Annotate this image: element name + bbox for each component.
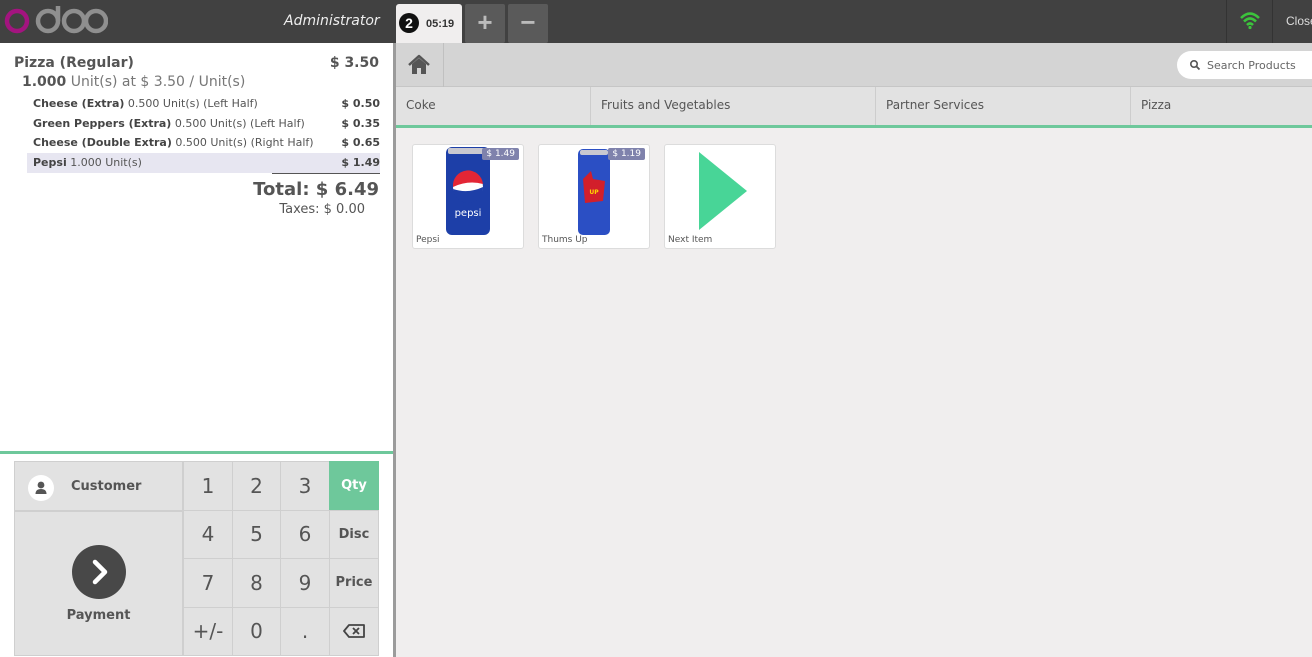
numpad-key-plusminus[interactable]: +/- [183, 607, 233, 656]
pad-separator [0, 451, 393, 454]
mode-qty-button[interactable]: Qty [329, 461, 379, 511]
sub-name: Pepsi [33, 156, 67, 169]
sub-name: Green Peppers (Extra) [33, 117, 172, 130]
orderline-main-name[interactable]: Pizza (Regular) [14, 55, 134, 71]
product-price: $ 1.19 [608, 148, 645, 160]
user-icon [28, 475, 54, 501]
numpad-key-2[interactable]: 2 [232, 461, 281, 511]
numpad-key-1[interactable]: 1 [183, 461, 233, 511]
customer-button[interactable]: Customer [14, 461, 183, 511]
numpad-key-9[interactable]: 9 [280, 558, 330, 608]
qty-value: 1.000 [22, 74, 67, 90]
new-order-button[interactable]: + [465, 4, 505, 43]
numpad-key-3[interactable]: 3 [280, 461, 330, 511]
category-pizza[interactable]: Pizza [1131, 87, 1312, 125]
product-price: $ 1.49 [482, 148, 519, 160]
home-icon [408, 54, 430, 74]
mode-price-button[interactable]: Price [329, 558, 379, 608]
customer-label: Customer [71, 479, 142, 494]
products-header [396, 43, 1312, 87]
product-card-next-item[interactable]: Next Item [664, 144, 776, 249]
numpad-key-dot[interactable]: . [280, 607, 330, 656]
backspace-icon [343, 624, 365, 638]
chevron-right-icon [72, 545, 126, 599]
orderline-main-qty: 1.000 Unit(s) at $ 3.50 / Unit(s) [22, 74, 245, 90]
search-box [1177, 51, 1312, 79]
thums-up-can-image: UP [578, 149, 610, 235]
product-card-pepsi[interactable]: pepsi $ 1.49 Pepsi [412, 144, 524, 249]
sub-price: $ 0.35 [341, 117, 380, 130]
sub-price: $ 0.50 [341, 97, 380, 110]
top-bar: Administrator 2 05:19 + − Close [0, 0, 1312, 43]
sub-detail: 0.500 Unit(s) (Left Half) [124, 97, 258, 110]
close-button[interactable]: Close [1272, 0, 1312, 43]
sub-price: $ 0.65 [341, 136, 380, 149]
order-number: 2 [399, 13, 419, 33]
orderline-sub[interactable]: Cheese (Double Extra) 0.500 Unit(s) (Rig… [27, 133, 380, 153]
numpad-key-6[interactable]: 6 [280, 510, 330, 559]
wifi-icon[interactable] [1226, 0, 1272, 43]
category-coke[interactable]: Coke [396, 87, 591, 125]
numpad-key-0[interactable]: 0 [232, 607, 281, 656]
numpad-key-5[interactable]: 5 [232, 510, 281, 559]
sub-detail: 1.000 Unit(s) [66, 156, 142, 169]
numpad-key-4[interactable]: 4 [183, 510, 233, 559]
category-bar: Coke Fruits and Vegetables Partner Servi… [396, 87, 1312, 125]
product-name: Next Item [668, 235, 713, 245]
mode-disc-button[interactable]: Disc [329, 510, 379, 559]
svg-text:pepsi: pepsi [455, 208, 482, 219]
svg-text:UP: UP [589, 189, 599, 196]
orderline-main-price: $ 3.50 [329, 55, 379, 71]
product-name: Thums Up [542, 235, 588, 245]
sub-detail: 0.500 Unit(s) (Right Half) [171, 136, 314, 149]
payment-label: Payment [66, 608, 131, 623]
backspace-button[interactable] [329, 607, 379, 656]
product-name: Pepsi [416, 235, 440, 245]
order-taxes: Taxes: $ 0.00 [279, 202, 365, 217]
search-input[interactable] [1207, 56, 1312, 74]
orderline-sub[interactable]: Cheese (Extra) 0.500 Unit(s) (Left Half)… [27, 94, 380, 114]
numpad-key-8[interactable]: 8 [232, 558, 281, 608]
sub-price: $ 1.49 [341, 156, 380, 169]
pos-app: Administrator 2 05:19 + − Close Pizza (R… [0, 0, 1312, 657]
sub-name: Cheese (Double Extra) [33, 136, 172, 149]
play-icon [699, 152, 747, 230]
payment-button[interactable]: Payment [14, 511, 183, 656]
numpad-key-7[interactable]: 7 [183, 558, 233, 608]
qty-description: Unit(s) at $ 3.50 / Unit(s) [66, 74, 246, 90]
pepsi-can-image: pepsi [446, 147, 490, 235]
total-divider [272, 173, 380, 174]
pane-divider [393, 43, 396, 657]
product-card-thums-up[interactable]: UP $ 1.19 Thums Up [538, 144, 650, 249]
orderline-selected[interactable]: Pepsi 1.000 Unit(s) $ 1.49 [27, 153, 380, 173]
category-underline [396, 125, 1312, 128]
username[interactable]: Administrator [284, 13, 380, 29]
delete-order-button[interactable]: − [508, 4, 548, 43]
sub-detail: 0.500 Unit(s) (Left Half) [171, 117, 305, 130]
orderline-sub[interactable]: Green Peppers (Extra) 0.500 Unit(s) (Lef… [27, 114, 380, 134]
sub-name: Cheese (Extra) [33, 97, 125, 110]
home-button[interactable] [396, 43, 444, 87]
search-icon [1189, 59, 1201, 71]
odoo-logo [4, 6, 108, 34]
order-total: Total: $ 6.49 [253, 179, 379, 200]
category-partner-services[interactable]: Partner Services [876, 87, 1131, 125]
order-tab[interactable]: 2 05:19 [396, 4, 462, 43]
category-fruits-vegetables[interactable]: Fruits and Vegetables [591, 87, 876, 125]
order-time: 05:19 [426, 18, 455, 30]
